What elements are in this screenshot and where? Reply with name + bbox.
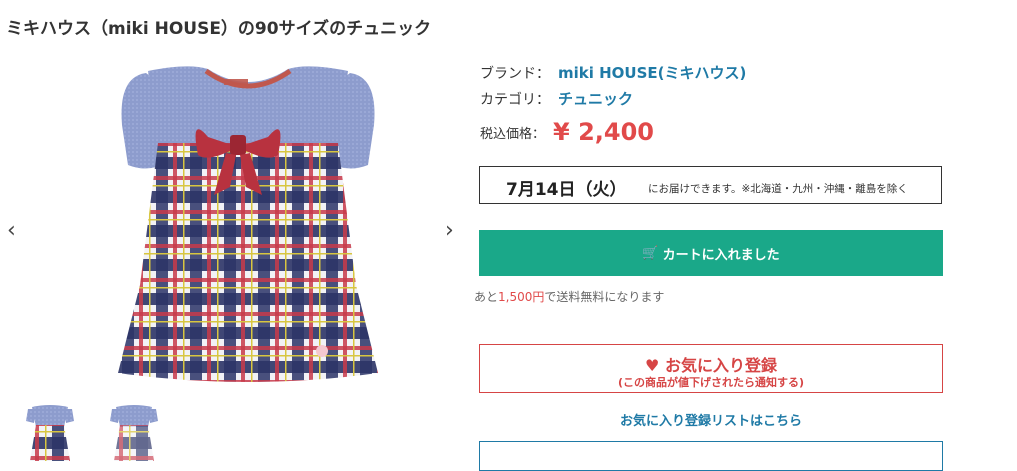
category-label: カテゴリ： xyxy=(480,92,550,108)
thumbnail-image-1[interactable] xyxy=(18,403,82,461)
category-link[interactable]: チュニック xyxy=(558,90,633,108)
product-main-image xyxy=(118,66,378,382)
shipping-amount: 1,500円 xyxy=(498,290,545,304)
favorite-main: ♥ お気に入り登録 xyxy=(480,352,942,376)
category-row: カテゴリ： チュニック xyxy=(480,88,633,109)
page-title: ミキハウス（miki HOUSE）の90サイズのチュニック xyxy=(6,19,432,39)
gallery-prev-icon[interactable]: ‹ xyxy=(7,220,16,242)
next-action-box[interactable] xyxy=(479,441,943,471)
delivery-note: にお届けできます。※北海道・九州・沖縄・離島を除く xyxy=(648,183,908,195)
favorite-label: お気に入り登録 xyxy=(664,356,777,375)
price-label: 税込価格： xyxy=(480,126,546,142)
gallery-next-icon[interactable]: › xyxy=(445,220,454,242)
favorites-list-link[interactable]: お気に入り登録リストはこちら xyxy=(479,410,943,429)
brand-link[interactable]: miki HOUSE(ミキハウス) xyxy=(558,64,746,82)
price-value: ¥ 2,400 xyxy=(553,118,654,146)
add-to-favorites-button[interactable]: ♥ お気に入り登録 (この商品が値下げされたら通知する) xyxy=(479,344,943,393)
delivery-date: 7月14日（火） xyxy=(506,180,627,200)
free-shipping-note: あと1,500円で送料無料になります xyxy=(474,288,664,305)
brand-row: ブランド： miki HOUSE(ミキハウス) xyxy=(480,62,746,83)
cart-icon: 🛒 xyxy=(642,245,659,261)
brand-label: ブランド： xyxy=(480,66,550,82)
add-to-cart-label: カートに入れました xyxy=(662,247,780,263)
heart-icon: ♥ xyxy=(645,356,660,375)
thumbnail-image-2[interactable] xyxy=(102,403,166,461)
favorite-sub-label: (この商品が値下げされたら通知する) xyxy=(617,376,805,389)
price-row: 税込価格： ¥ 2,400 xyxy=(480,118,654,146)
shipping-prefix: あと xyxy=(474,290,499,304)
add-to-cart-button[interactable]: 🛒 カートに入れました xyxy=(479,230,943,276)
delivery-box: 7月14日（火） にお届けできます。※北海道・九州・沖縄・離島を除く xyxy=(479,166,942,204)
shipping-suffix: で送料無料になります xyxy=(544,290,665,304)
